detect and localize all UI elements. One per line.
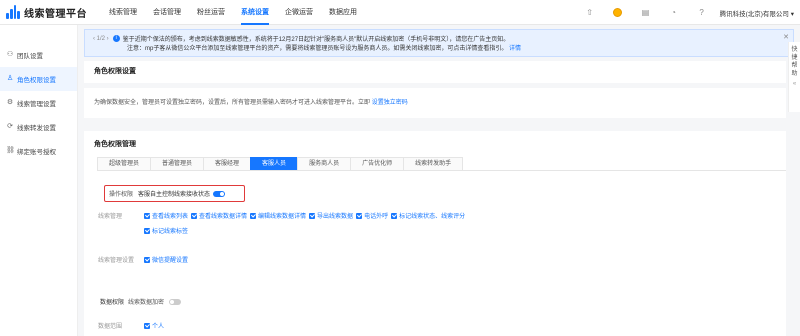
checkbox-view-detail[interactable]: 查看线索数据详情 bbox=[191, 211, 247, 220]
main-nav: 线索管理 会话管理 粉丝运营 系统设置 企微运营 数据应用 bbox=[101, 0, 365, 25]
badge-icon[interactable] bbox=[604, 0, 632, 25]
app-title: 线索管理平台 bbox=[24, 8, 87, 20]
tab-super-admin[interactable]: 超级管理员 bbox=[97, 157, 152, 170]
sidebar-item-label: 团队设置 bbox=[17, 53, 43, 60]
permission-card-title: 角色权限管理 bbox=[94, 141, 136, 148]
sidebar-item-lead-settings[interactable]: ⚙ 线索管理设置 bbox=[0, 91, 77, 115]
data-encrypt-label: 线索数据加密 bbox=[128, 300, 165, 306]
account-menu[interactable]: 腾讯科技(北京)有限公司 ▾ bbox=[716, 8, 800, 18]
chevron-down-icon: ▾ bbox=[790, 10, 794, 18]
team-icon: ⚇ bbox=[6, 51, 14, 58]
checkbox-export[interactable]: 导出线索数据 bbox=[309, 211, 353, 220]
bell-icon[interactable]: ◔ bbox=[660, 0, 688, 25]
logo-icon bbox=[6, 5, 20, 19]
sidebar-item-label: 线索管理设置 bbox=[17, 101, 56, 108]
checkbox-mark-status[interactable]: 标记线索状态、线索评分 bbox=[391, 211, 465, 220]
sidebar-item-bind-account[interactable]: ⛓ 绑定账号授权 bbox=[0, 139, 77, 163]
checkbox-call[interactable]: 电话外呼 bbox=[356, 211, 388, 220]
info-icon: i bbox=[112, 35, 120, 42]
quick-help-rail[interactable]: 快捷帮助 « bbox=[788, 42, 800, 112]
nav-item-fans[interactable]: 粉丝运营 bbox=[189, 0, 233, 25]
permission-card: 角色权限管理 超级管理员 普通管理员 客服经理 客服人员 服务商人员 广告优化师… bbox=[84, 131, 786, 336]
forward-icon: ⟳ bbox=[7, 123, 13, 130]
checkbox-personal[interactable]: 个人 bbox=[144, 321, 164, 330]
data-scope-label: 数据范围 bbox=[98, 324, 123, 330]
data-scope-row: 数据范围 个人 bbox=[84, 321, 704, 330]
lead-settings-label: 线索管理设置 bbox=[98, 258, 135, 264]
tab-provider[interactable]: 服务商人员 bbox=[297, 157, 352, 170]
sidebar: ⚇ 团队设置 ♙ 角色权限设置 ⚙ 线索管理设置 ⟳ 线索转发设置 ⛓ 绑定账号… bbox=[0, 25, 78, 336]
lead-manage-label: 线索管理 bbox=[98, 214, 123, 220]
tab-ad-optimizer[interactable]: 广告优化师 bbox=[350, 157, 405, 170]
tab-cs-manager[interactable]: 客服经理 bbox=[203, 157, 252, 170]
link-icon: ⛓ bbox=[6, 147, 15, 154]
data-permission-label: 数据权限 bbox=[100, 300, 125, 306]
tab-cs-staff[interactable]: 客服人员 bbox=[250, 157, 299, 170]
header-tools: ⇧ ▤ ◔ ? 腾讯科技(北京)有限公司 ▾ bbox=[576, 0, 800, 25]
data-permission-row: 数据权限 线索数据加密 bbox=[100, 297, 182, 306]
notice-line2: 注意：mp子客从微信公众平台添加至线索管理平台的资产，需要将线索管理员账号设为服… bbox=[127, 46, 508, 52]
operation-permission-box: 操作权限 客服自主控制线索接收状态 bbox=[104, 185, 245, 202]
close-icon[interactable]: ✕ bbox=[783, 33, 789, 41]
lead-settings-row: 线索管理设置 微信提醒设置 bbox=[84, 255, 704, 264]
notice-banner: ‹ 1/2 › i 鉴于近期个保法的颁布，考虑到线索数据敏感性，系统将于12月2… bbox=[84, 29, 794, 57]
app-logo[interactable]: 线索管理平台 bbox=[6, 5, 101, 20]
sidebar-item-label: 角色权限设置 bbox=[17, 77, 56, 84]
checkbox-view-list[interactable]: 查看线索列表 bbox=[144, 211, 188, 220]
settings-icon: ⚙ bbox=[6, 99, 14, 106]
toggle-label: 客服自主控制线索接收状态 bbox=[138, 192, 211, 198]
upload-icon[interactable]: ⇧ bbox=[576, 0, 604, 25]
nav-item-wecom[interactable]: 企微运营 bbox=[277, 0, 321, 25]
description-text: 为确保数据安全，管理员可设置独立密码，设置后，所有管理员需输入密码才可进入线索管… bbox=[94, 100, 371, 106]
nav-item-leads[interactable]: 线索管理 bbox=[101, 0, 145, 25]
tab-admin[interactable]: 普通管理员 bbox=[150, 157, 205, 170]
notice-pager[interactable]: ‹ 1/2 › bbox=[93, 36, 109, 42]
nav-item-sessions[interactable]: 会话管理 bbox=[145, 0, 189, 25]
operation-permission-label: 操作权限 bbox=[109, 192, 134, 198]
nav-item-settings[interactable]: 系统设置 bbox=[233, 0, 277, 25]
top-bar: 线索管理平台 线索管理 会话管理 粉丝运营 系统设置 企微运营 数据应用 ⇧ ▤… bbox=[0, 0, 800, 25]
sidebar-item-team[interactable]: ⚇ 团队设置 bbox=[0, 43, 77, 67]
role-icon: ♙ bbox=[6, 75, 14, 82]
checkbox-edit-detail[interactable]: 编辑线索数据详情 bbox=[250, 211, 306, 220]
sidebar-item-label: 绑定账号授权 bbox=[17, 149, 56, 156]
notice-line1: 鉴于近期个保法的颁布，考虑到线索数据敏感性，系统将于12月27日起针对"服务商人… bbox=[122, 37, 510, 43]
section-title: 角色权限设置 bbox=[84, 61, 786, 83]
rail-text: 快捷帮助 bbox=[791, 47, 798, 77]
section-description: 为确保数据安全，管理员可设置独立密码，设置后，所有管理员需输入密码才可进入线索管… bbox=[84, 88, 786, 118]
sidebar-item-label: 线索转发设置 bbox=[17, 125, 56, 132]
role-tabs: 超级管理员 普通管理员 客服经理 客服人员 服务商人员 广告优化师 线索转发助手 bbox=[97, 157, 786, 171]
checkbox-mark-tag[interactable]: 标记线索标签 bbox=[144, 226, 188, 235]
nav-item-data[interactable]: 数据应用 bbox=[321, 0, 365, 25]
help-icon[interactable]: ? bbox=[688, 0, 716, 25]
company-name: 腾讯科技(北京)有限公司 bbox=[719, 10, 789, 18]
sidebar-item-forward[interactable]: ⟳ 线索转发设置 bbox=[0, 115, 77, 139]
sidebar-item-role[interactable]: ♙ 角色权限设置 bbox=[0, 67, 77, 91]
double-chevron-left-icon: « bbox=[792, 81, 797, 87]
document-icon[interactable]: ▤ bbox=[632, 0, 660, 25]
data-encrypt-toggle[interactable] bbox=[169, 298, 182, 305]
checkbox-wechat-reminder[interactable]: 微信提醒设置 bbox=[144, 255, 188, 264]
tab-forward-assistant[interactable]: 线索转发助手 bbox=[403, 157, 464, 170]
lead-manage-row: 线索管理 查看线索列表 查看线索数据详情 编辑线索数据详情 导出线索数据 电话外… bbox=[84, 211, 504, 235]
receive-status-toggle[interactable] bbox=[213, 190, 226, 197]
notice-detail-link[interactable]: 详情 bbox=[509, 46, 521, 52]
set-password-link[interactable]: 设置独立密码 bbox=[372, 100, 408, 106]
